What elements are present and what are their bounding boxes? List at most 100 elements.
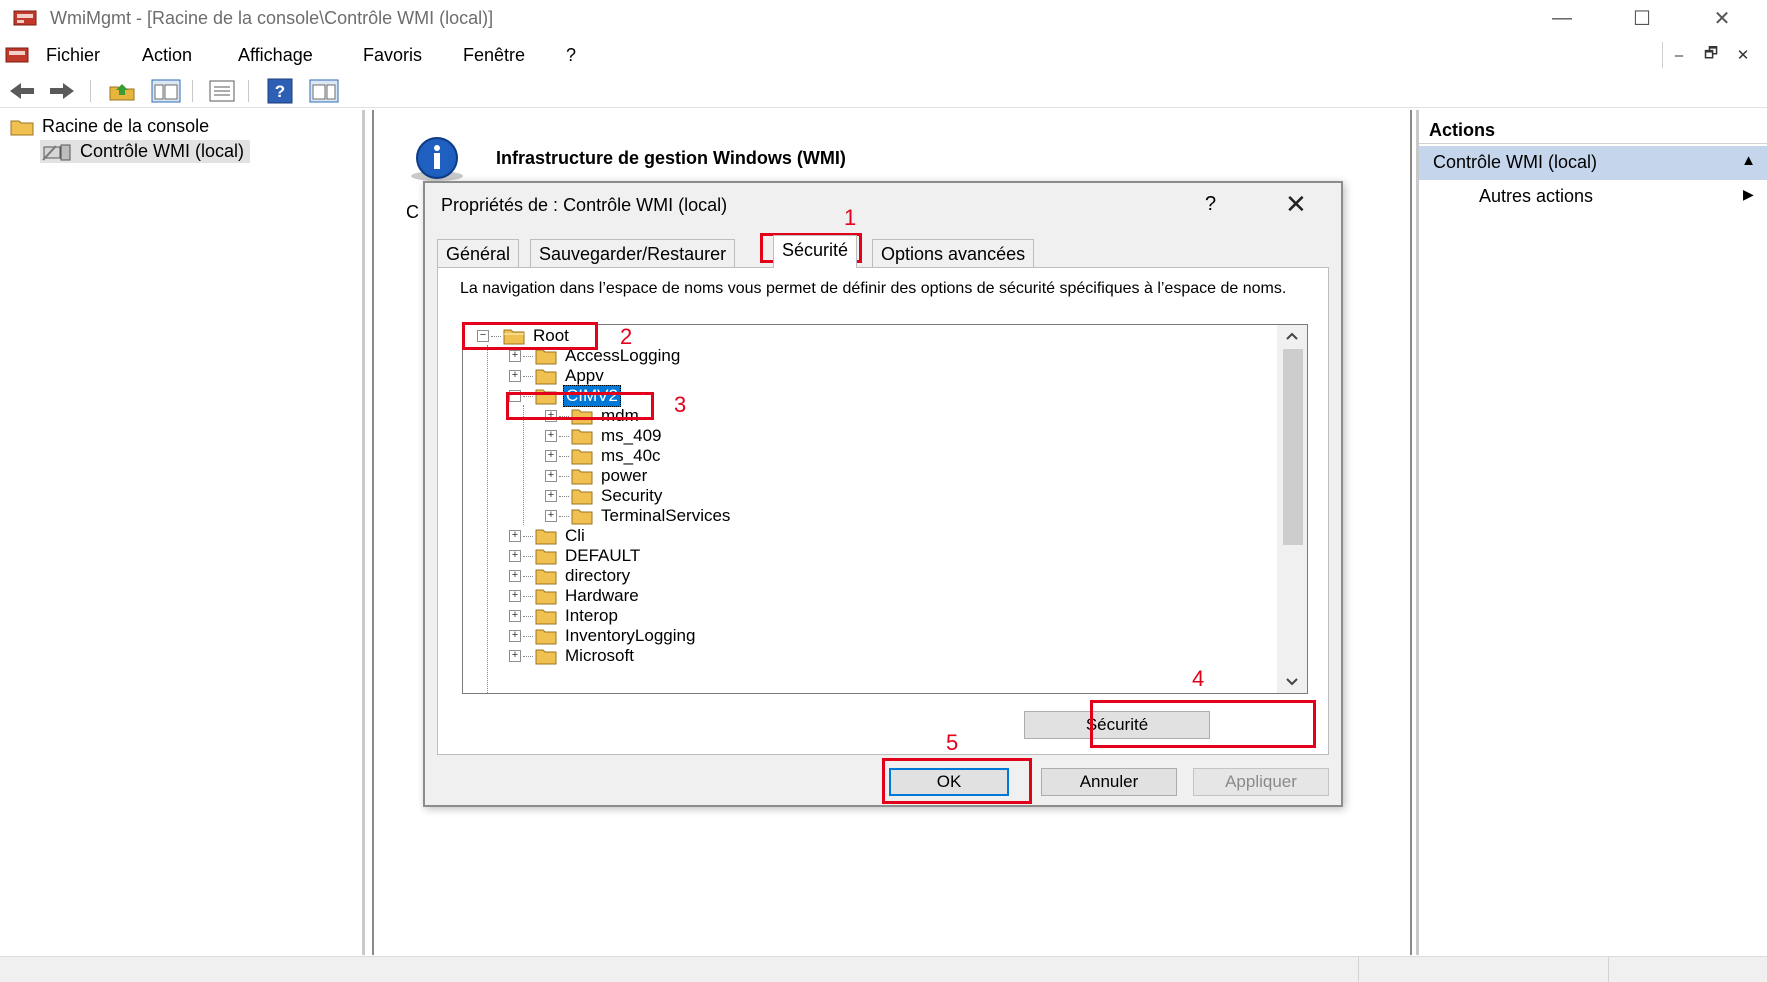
expand-icon[interactable]: + [509, 590, 521, 602]
expand-icon[interactable]: + [509, 610, 521, 622]
annotation-number-5: 5 [946, 730, 959, 755]
expand-icon[interactable]: + [509, 650, 521, 662]
ns-item-terminalservices[interactable]: + TerminalServices [545, 505, 732, 527]
help-icon: ? [267, 78, 293, 104]
mdi-restore-icon: 🗗 [1703, 44, 1719, 62]
security-description: La navigation dans l’espace de noms vous… [460, 280, 1287, 297]
tab-general[interactable]: Général [437, 239, 520, 267]
ns-item-microsoft[interactable]: + Microsoft [509, 645, 636, 667]
collapse-icon[interactable]: − [509, 390, 521, 402]
forward-button[interactable] [44, 77, 80, 105]
expand-icon[interactable]: + [545, 410, 557, 422]
expand-icon[interactable]: + [545, 490, 557, 502]
cancel-button[interactable]: Annuler [1041, 768, 1177, 796]
back-button[interactable] [4, 77, 40, 105]
ns-item-power[interactable]: + power [545, 465, 649, 487]
scroll-up-button[interactable] [1277, 325, 1307, 347]
back-arrow-icon [10, 83, 34, 99]
show-hide-tree-button[interactable] [148, 77, 184, 105]
ns-item-ms40c[interactable]: + ms_40c [545, 445, 663, 467]
ns-item-hardware[interactable]: + Hardware [509, 585, 641, 607]
menu-fenetre[interactable]: Fenêtre [463, 45, 525, 66]
menu-affichage[interactable]: Affichage [238, 45, 313, 66]
ns-item-root[interactable]: − Root [477, 325, 571, 347]
ns-label: Microsoft [565, 646, 634, 665]
properties-button[interactable] [204, 77, 240, 105]
expand-icon[interactable]: + [509, 350, 521, 362]
ns-item-cimv2[interactable]: − CIMV2 [509, 385, 621, 407]
scroll-down-button[interactable] [1277, 671, 1307, 693]
menu-favoris[interactable]: Favoris [363, 45, 422, 66]
tab-backup-restore[interactable]: Sauvegarder/Restaurer [530, 239, 736, 267]
expand-icon[interactable]: + [545, 430, 557, 442]
ns-item-ms409[interactable]: + ms_409 [545, 425, 663, 447]
mdi-close-button[interactable]: ✕ [1727, 42, 1759, 68]
mdi-restore-button[interactable]: 🗗 [1695, 42, 1727, 68]
actions-section-wmi-control[interactable]: Contrôle WMI (local) ▲ [1419, 146, 1767, 180]
dialog-help-button[interactable]: ? [1205, 193, 1216, 216]
toolbar-separator [192, 80, 193, 102]
toolbar-separator [248, 80, 249, 102]
mdi-controls: – 🗗 ✕ [1662, 42, 1759, 68]
toolbar: ? [0, 74, 1767, 108]
scroll-thumb[interactable] [1283, 349, 1303, 545]
ns-item-security[interactable]: + Security [545, 485, 664, 507]
folder-icon [535, 549, 557, 565]
expand-icon[interactable]: + [509, 550, 521, 562]
apply-button[interactable]: Appliquer [1193, 768, 1329, 796]
ns-item-interop[interactable]: + Interop [509, 605, 620, 627]
expand-icon[interactable]: + [545, 510, 557, 522]
ns-label: ms_409 [601, 426, 662, 445]
tab-advanced[interactable]: Options avancées [872, 239, 1035, 267]
menu-fichier[interactable]: Fichier [46, 45, 100, 66]
help-button[interactable]: ? [262, 77, 298, 105]
collapse-up-icon[interactable]: ▲ [1741, 152, 1756, 169]
maximize-button[interactable]: ☐ [1602, 0, 1682, 36]
show-hide-tree-icon [151, 79, 181, 103]
ns-item-inventorylogging[interactable]: + InventoryLogging [509, 625, 697, 647]
wmi-app-icon [13, 10, 37, 26]
expand-icon[interactable]: + [509, 570, 521, 582]
ns-item-mdm[interactable]: + mdm [545, 405, 641, 427]
menu-help[interactable]: ? [566, 45, 576, 66]
tree-item-console-root[interactable]: Racine de la console [10, 116, 209, 137]
security-button[interactable]: Sécurité [1024, 711, 1210, 739]
collapse-icon[interactable]: − [477, 330, 489, 342]
mdi-minimize-button[interactable]: – [1663, 42, 1695, 68]
expand-icon[interactable]: + [509, 530, 521, 542]
show-hide-action-pane-button[interactable] [306, 77, 342, 105]
up-level-button[interactable] [104, 77, 140, 105]
tree-scrollbar[interactable] [1277, 325, 1307, 693]
console-tree-pane: Racine de la console Contrôle WMI (local… [0, 110, 365, 955]
expand-icon[interactable]: + [545, 450, 557, 462]
folder-icon [571, 429, 593, 445]
ns-item-appv[interactable]: + Appv [509, 365, 606, 387]
computer-icon [42, 144, 71, 161]
ns-label: Appv [565, 366, 604, 385]
up-folder-icon [109, 84, 135, 101]
ns-item-directory[interactable]: + directory [509, 565, 632, 587]
tree-item-wmi-control[interactable]: Contrôle WMI (local) [40, 140, 251, 163]
console-icon[interactable] [4, 45, 30, 65]
namespace-tree[interactable]: − Root + AccessLogging + Appv − CIMV2 + [462, 324, 1308, 694]
expand-icon[interactable]: + [509, 370, 521, 382]
expand-icon[interactable]: + [545, 470, 557, 482]
ns-item-cli[interactable]: + Cli [509, 525, 587, 547]
tab-security[interactable]: Sécurité [773, 235, 858, 268]
action-other-actions[interactable]: Autres actions [1479, 186, 1593, 207]
ns-label: Hardware [565, 586, 639, 605]
svg-text:?: ? [275, 82, 285, 101]
close-window-button[interactable]: ✕ [1682, 0, 1762, 36]
dialog-close-button[interactable]: ✕ [1285, 189, 1307, 220]
ok-button[interactable]: OK [889, 768, 1009, 796]
expand-icon[interactable]: + [509, 630, 521, 642]
mdi-close-icon: ✕ [1736, 47, 1750, 64]
annotation-number-2: 2 [620, 324, 633, 349]
minimize-button[interactable]: — [1522, 0, 1602, 36]
ns-label: mdm [601, 406, 639, 425]
ns-item-accesslogging[interactable]: + AccessLogging [509, 345, 682, 367]
ns-item-default[interactable]: + DEFAULT [509, 545, 642, 567]
menu-action[interactable]: Action [142, 45, 192, 66]
folder-icon [535, 649, 557, 665]
actions-header: Actions [1419, 114, 1767, 144]
